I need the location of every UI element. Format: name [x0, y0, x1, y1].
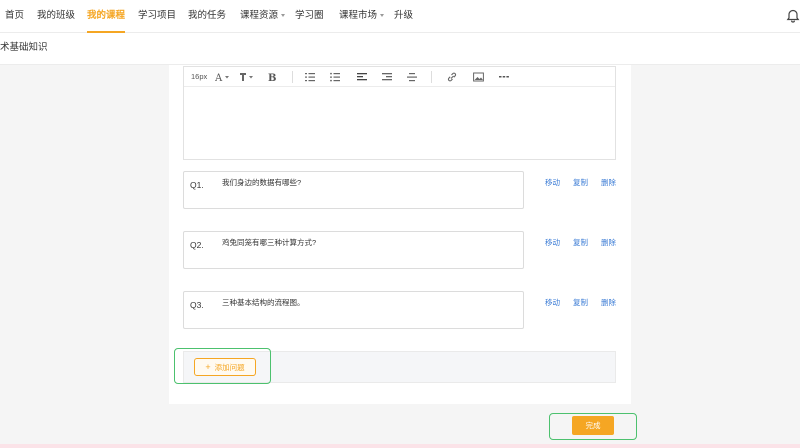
question-text: 三种基本结构的流程图。	[222, 298, 305, 307]
strikethrough-icon[interactable]	[407, 71, 417, 83]
svg-text:A: A	[215, 73, 223, 83]
svg-text:B: B	[268, 73, 276, 83]
horizontal-rule-icon[interactable]	[499, 71, 509, 83]
add-question-button[interactable]: + 添加问题	[194, 358, 256, 376]
bold-icon[interactable]: B	[268, 71, 277, 83]
align-right-icon[interactable]	[382, 71, 392, 83]
question-item-3[interactable]: Q3. 三种基本结构的流程图。	[183, 291, 524, 329]
question-item-2[interactable]: Q2. 鸡兔同笼有哪三种计算方式?	[183, 231, 524, 269]
nav-item-label: 课程市场	[339, 10, 378, 21]
nav-item-home[interactable]: 首页	[5, 0, 24, 33]
editor-toolbar: 16px A B	[184, 67, 615, 87]
nav-item-course-market[interactable]: 课程市场	[339, 0, 385, 33]
ordered-list-icon[interactable]	[305, 71, 315, 83]
question-text: 我们身边的数据有哪些?	[222, 178, 302, 187]
delete-button[interactable]: 删除	[601, 177, 616, 188]
toolbar-divider	[292, 71, 293, 83]
question-text: 鸡兔同笼有哪三种计算方式?	[222, 238, 317, 247]
add-question-label: 添加问题	[214, 363, 245, 372]
nav-item-my-class[interactable]: 我的班级	[37, 0, 75, 33]
image-icon[interactable]	[473, 71, 484, 83]
chevron-down-icon	[281, 13, 286, 17]
copy-button[interactable]: 复制	[573, 177, 588, 188]
nav-item-course-resources[interactable]: 课程资源	[240, 0, 286, 33]
nav-item-my-tasks[interactable]: 我的任务	[188, 0, 226, 33]
course-title: 术基础知识	[0, 42, 48, 53]
plus-icon: +	[205, 362, 211, 372]
question-number: Q2.	[190, 240, 204, 250]
link-icon[interactable]	[447, 71, 457, 83]
course-title-bar: 术基础知识	[0, 33, 800, 65]
nav-item-learning-circle[interactable]: 学习圈	[295, 0, 324, 33]
unordered-list-icon[interactable]	[330, 71, 340, 83]
top-nav: 首页 我的班级 我的课程 学习项目 我的任务 课程资源 学习圈 课程市场 升级	[0, 0, 800, 33]
question-number: Q3.	[190, 300, 204, 310]
bell-icon[interactable]	[786, 9, 800, 23]
nav-item-upgrade[interactable]: 升级	[394, 0, 413, 33]
highlight-icon[interactable]	[239, 71, 254, 83]
font-color-icon[interactable]: A	[215, 71, 230, 83]
rich-text-editor[interactable]: 16px A B	[183, 66, 616, 160]
question-item-1[interactable]: Q1. 我们身边的数据有哪些?	[183, 171, 524, 209]
move-button[interactable]: 移动	[545, 297, 560, 308]
toolbar-divider	[431, 71, 432, 83]
delete-button[interactable]: 删除	[601, 237, 616, 248]
chevron-down-icon	[380, 13, 385, 17]
done-button[interactable]: 完成	[572, 416, 614, 435]
align-left-icon[interactable]	[357, 71, 367, 83]
copy-button[interactable]: 复制	[573, 237, 588, 248]
nav-item-label: 课程资源	[240, 10, 279, 21]
nav-item-learning-projects[interactable]: 学习项目	[138, 0, 176, 33]
font-size-select[interactable]: 16px	[191, 71, 207, 83]
move-button[interactable]: 移动	[545, 177, 560, 188]
move-button[interactable]: 移动	[545, 237, 560, 248]
bottom-edge	[0, 444, 800, 448]
delete-button[interactable]: 删除	[601, 297, 616, 308]
copy-button[interactable]: 复制	[573, 297, 588, 308]
nav-item-my-courses[interactable]: 我的课程	[87, 0, 126, 33]
question-number: Q1.	[190, 180, 204, 190]
